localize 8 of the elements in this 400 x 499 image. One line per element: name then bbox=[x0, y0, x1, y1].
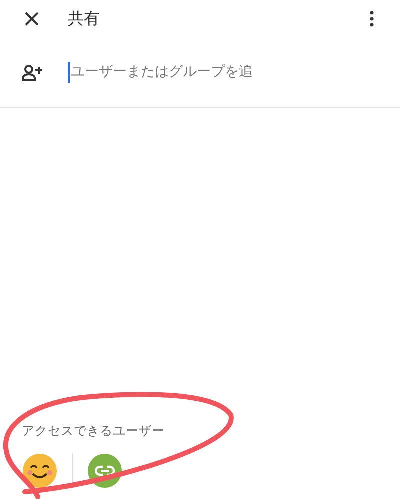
link-icon[interactable] bbox=[87, 453, 123, 489]
more-options-icon[interactable] bbox=[370, 11, 374, 27]
close-icon[interactable] bbox=[24, 11, 40, 27]
add-person-icon bbox=[22, 64, 44, 80]
add-people-field[interactable]: ユーザーまたはグループを追 bbox=[68, 62, 308, 83]
dialog-title: 共有 bbox=[68, 8, 100, 30]
section-heading: アクセスできるユーザー bbox=[22, 422, 166, 440]
smiley-avatar-icon[interactable] bbox=[22, 453, 58, 489]
